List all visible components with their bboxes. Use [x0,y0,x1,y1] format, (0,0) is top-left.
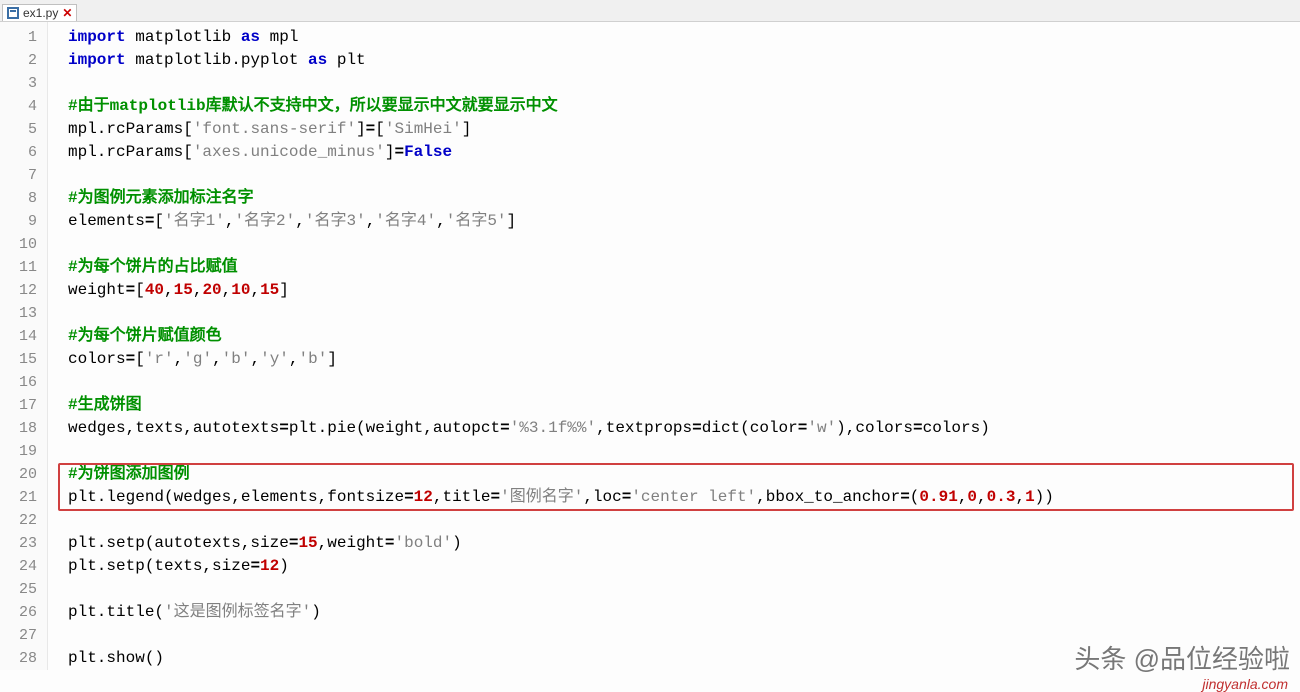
code-line: plt.setp(texts,size=12) [68,555,1300,578]
code-line: elements=['名字1','名字2','名字3','名字4','名字5'] [68,210,1300,233]
code-line [68,440,1300,463]
line-number: 25 [0,578,47,601]
code-line: #为图例元素添加标注名字 [68,187,1300,210]
line-number: 3 [0,72,47,95]
tab-filename: ex1.py [23,6,58,20]
tab-ex1[interactable]: ex1.py ✕ [2,4,77,21]
tab-bar: ex1.py ✕ [0,0,1300,22]
line-number: 18 [0,417,47,440]
code-line: weight=[40,15,20,10,15] [68,279,1300,302]
line-number-gutter: 1 2 3 4 5 6 7 8 9 10 11 12 13 14 15 16 1… [0,22,48,670]
line-number: 10 [0,233,47,256]
line-number: 24 [0,555,47,578]
line-number: 6 [0,141,47,164]
line-number: 23 [0,532,47,555]
line-number: 11 [0,256,47,279]
line-number: 28 [0,647,47,670]
line-number: 8 [0,187,47,210]
python-file-icon [7,7,19,19]
code-line: #为每个饼片赋值颜色 [68,325,1300,348]
code-line: plt.setp(autotexts,size=15,weight='bold'… [68,532,1300,555]
code-line: #为每个饼片的占比赋值 [68,256,1300,279]
line-number: 21 [0,486,47,509]
code-line: plt.title('这是图例标签名字') [68,601,1300,624]
code-line: wedges,texts,autotexts=plt.pie(weight,au… [68,417,1300,440]
code-line [68,164,1300,187]
code-line: #由于matplotlib库默认不支持中文，所以要显示中文就要显示中文 [68,95,1300,118]
watermark-text: 头条 @品位经验啦 [1074,639,1290,676]
line-number: 1 [0,26,47,49]
line-number: 20 [0,463,47,486]
line-number: 13 [0,302,47,325]
code-line [68,509,1300,532]
code-line: #生成饼图 [68,394,1300,417]
line-number: 2 [0,49,47,72]
close-icon[interactable]: ✕ [62,7,72,19]
line-number: 22 [0,509,47,532]
code-line: mpl.rcParams['axes.unicode_minus']=False [68,141,1300,164]
line-number: 9 [0,210,47,233]
code-line [68,578,1300,601]
line-number: 15 [0,348,47,371]
code-line [68,72,1300,95]
code-line: mpl.rcParams['font.sans-serif']=['SimHei… [68,118,1300,141]
line-number: 17 [0,394,47,417]
line-number: 19 [0,440,47,463]
line-number: 4 [0,95,47,118]
code-line [68,371,1300,394]
watermark-url: jingyanla.com [1202,676,1288,692]
code-area[interactable]: import matplotlib as mpl import matplotl… [48,22,1300,670]
code-line [68,302,1300,325]
line-number: 12 [0,279,47,302]
code-line [68,233,1300,256]
line-number: 16 [0,371,47,394]
code-line: #为饼图添加图例 [68,463,1300,486]
line-number: 26 [0,601,47,624]
line-number: 14 [0,325,47,348]
code-line: import matplotlib.pyplot as plt [68,49,1300,72]
code-editor[interactable]: 1 2 3 4 5 6 7 8 9 10 11 12 13 14 15 16 1… [0,22,1300,670]
code-line: import matplotlib as mpl [68,26,1300,49]
code-line: colors=['r','g','b','y','b'] [68,348,1300,371]
line-number: 27 [0,624,47,647]
line-number: 7 [0,164,47,187]
line-number: 5 [0,118,47,141]
code-line: plt.legend(wedges,elements,fontsize=12,t… [68,486,1300,509]
